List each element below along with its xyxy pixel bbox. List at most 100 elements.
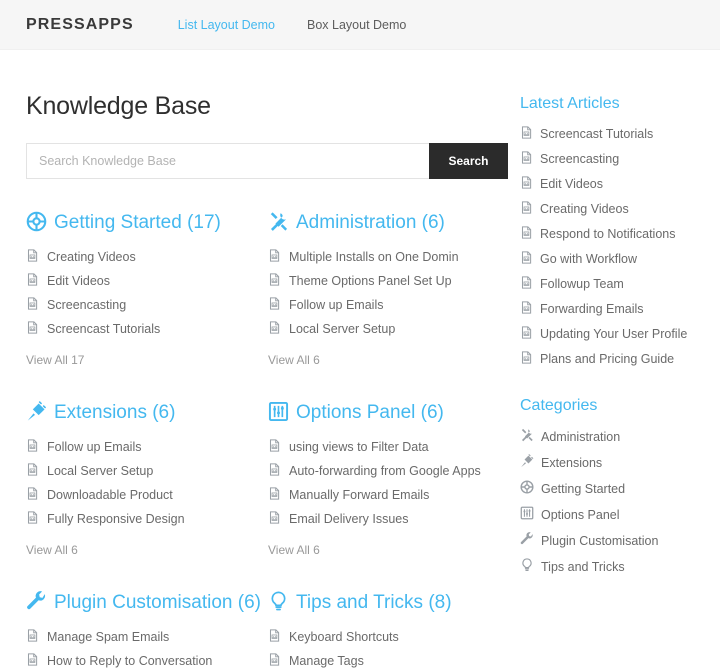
- article-link[interactable]: Follow up Emails: [289, 298, 383, 312]
- sliders-icon: [520, 506, 534, 523]
- latest-article-link[interactable]: Updating Your User Profile: [540, 327, 687, 341]
- article-link[interactable]: Fully Responsive Design: [47, 512, 185, 526]
- list-item: Creating Videos: [520, 201, 720, 217]
- article-link[interactable]: Theme Options Panel Set Up: [289, 274, 452, 288]
- view-all-link[interactable]: View All 17: [26, 353, 84, 367]
- category-title-link[interactable]: Extensions (6): [54, 402, 175, 424]
- list-item: Keyboard Shortcuts: [268, 629, 494, 645]
- latest-articles-title: Latest Articles: [520, 95, 620, 112]
- search-button[interactable]: Search: [429, 143, 508, 179]
- list-item: Creating Videos: [26, 249, 252, 265]
- document-icon: [26, 629, 39, 645]
- article-link[interactable]: Manage Tags: [289, 654, 364, 668]
- latest-article-link[interactable]: Go with Workflow: [540, 252, 637, 266]
- document-icon: [26, 463, 39, 479]
- nav-link-box-layout-demo[interactable]: Box Layout Demo: [307, 18, 406, 32]
- category-title-link[interactable]: Tips and Tricks (8): [296, 592, 452, 614]
- document-icon: [520, 326, 533, 342]
- sidebar-category-link[interactable]: Plugin Customisation: [541, 534, 658, 548]
- sidebar-category-link[interactable]: Administration: [541, 430, 620, 444]
- latest-article-link[interactable]: Creating Videos: [540, 202, 629, 216]
- document-icon: [26, 487, 39, 503]
- category-header: Getting Started (17): [26, 211, 252, 235]
- document-icon: [268, 439, 281, 455]
- categories-title: Categories: [520, 397, 598, 414]
- page-title: Knowledge Base: [26, 92, 211, 120]
- latest-article-link[interactable]: Edit Videos: [540, 177, 603, 191]
- document-icon: [268, 487, 281, 503]
- list-item: Theme Options Panel Set Up: [268, 273, 494, 289]
- article-link[interactable]: Creating Videos: [47, 250, 136, 264]
- document-icon: [26, 273, 39, 289]
- article-link[interactable]: Follow up Emails: [47, 440, 141, 454]
- view-all-link[interactable]: View All 6: [268, 353, 320, 367]
- category-article-list: Keyboard ShortcutsManage TagsQuick Filte…: [268, 629, 494, 668]
- list-item: Fully Responsive Design: [26, 511, 252, 527]
- list-item: How to Reply to Conversation: [26, 653, 252, 668]
- category-title-link[interactable]: Plugin Customisation (6): [54, 592, 261, 614]
- latest-article-link[interactable]: Plans and Pricing Guide: [540, 352, 674, 366]
- latest-article-link[interactable]: Respond to Notifications: [540, 227, 676, 241]
- document-icon: [520, 151, 533, 167]
- article-link[interactable]: Manage Spam Emails: [47, 630, 169, 644]
- article-link[interactable]: Multiple Installs on One Domin: [289, 250, 459, 264]
- wrench-icon: [26, 591, 47, 615]
- sidebar-category-link[interactable]: Tips and Tricks: [541, 560, 625, 574]
- list-item: Extensions: [520, 454, 720, 471]
- article-link[interactable]: Local Server Setup: [289, 322, 395, 336]
- list-item: Screencasting: [26, 297, 252, 313]
- list-item: Administration: [520, 428, 720, 445]
- categories-list: Administration Extensions Getting Started O…: [520, 428, 720, 575]
- article-link[interactable]: Edit Videos: [47, 274, 110, 288]
- article-link[interactable]: Screencasting: [47, 298, 126, 312]
- article-link[interactable]: Email Delivery Issues: [289, 512, 408, 526]
- view-all-link[interactable]: View All 6: [268, 543, 320, 557]
- latest-article-link[interactable]: Forwarding Emails: [540, 302, 644, 316]
- sidebar-category-link[interactable]: Getting Started: [541, 482, 625, 496]
- document-icon: [520, 176, 533, 192]
- search-input[interactable]: [26, 143, 429, 179]
- article-link[interactable]: using views to Filter Data: [289, 440, 429, 454]
- category-article-list: using views to Filter Data Auto-forwardin…: [268, 439, 494, 527]
- list-item: Plugin Customisation: [520, 532, 720, 549]
- category-block: Administration (6) Multiple Installs on O…: [268, 211, 510, 367]
- document-icon: [520, 301, 533, 317]
- nav-link-list-layout-demo[interactable]: List Layout Demo: [178, 18, 275, 32]
- article-link[interactable]: Manually Forward Emails: [289, 488, 429, 502]
- article-link[interactable]: Screencast Tutorials: [47, 322, 160, 336]
- article-link[interactable]: Downloadable Product: [47, 488, 173, 502]
- document-icon: [268, 321, 281, 337]
- latest-article-link[interactable]: Screencast Tutorials: [540, 127, 653, 141]
- latest-article-link[interactable]: Screencasting: [540, 152, 619, 166]
- list-item: Manually Forward Emails: [268, 487, 494, 503]
- life-buoy-icon: [26, 211, 47, 235]
- document-icon: [268, 463, 281, 479]
- article-link[interactable]: How to Reply to Conversation: [47, 654, 212, 668]
- category-block: Extensions (6) Follow up Emails Local Serv…: [26, 401, 268, 557]
- category-title-link[interactable]: Administration (6): [296, 212, 445, 234]
- list-item: Local Server Setup: [268, 321, 494, 337]
- sidebar-category-link[interactable]: Extensions: [541, 456, 602, 470]
- category-header: Tips and Tricks (8): [268, 591, 494, 615]
- document-icon: [520, 351, 533, 367]
- document-icon: [520, 226, 533, 242]
- life-buoy-icon: [520, 480, 534, 497]
- category-header: Extensions (6): [26, 401, 252, 425]
- category-title-link[interactable]: Options Panel (6): [296, 402, 444, 424]
- sidebar-category-link[interactable]: Options Panel: [541, 508, 620, 522]
- category-article-list: Multiple Installs on One Domin Theme Opti…: [268, 249, 494, 337]
- view-all-link[interactable]: View All 6: [26, 543, 78, 557]
- plug-icon: [520, 454, 534, 471]
- list-item: Updating Your User Profile: [520, 326, 720, 342]
- article-link[interactable]: Auto-forwarding from Google Apps: [289, 464, 481, 478]
- lightbulb-icon: [268, 591, 289, 615]
- list-item: Follow up Emails: [268, 297, 494, 313]
- latest-article-link[interactable]: Followup Team: [540, 277, 624, 291]
- document-icon: [520, 276, 533, 292]
- list-item: Options Panel: [520, 506, 720, 523]
- article-link[interactable]: Local Server Setup: [47, 464, 153, 478]
- category-title-link[interactable]: Getting Started (17): [54, 212, 221, 234]
- list-item: Downloadable Product: [26, 487, 252, 503]
- article-link[interactable]: Keyboard Shortcuts: [289, 630, 399, 644]
- category-block: Getting Started (17) Creating Videos Edit …: [26, 211, 268, 367]
